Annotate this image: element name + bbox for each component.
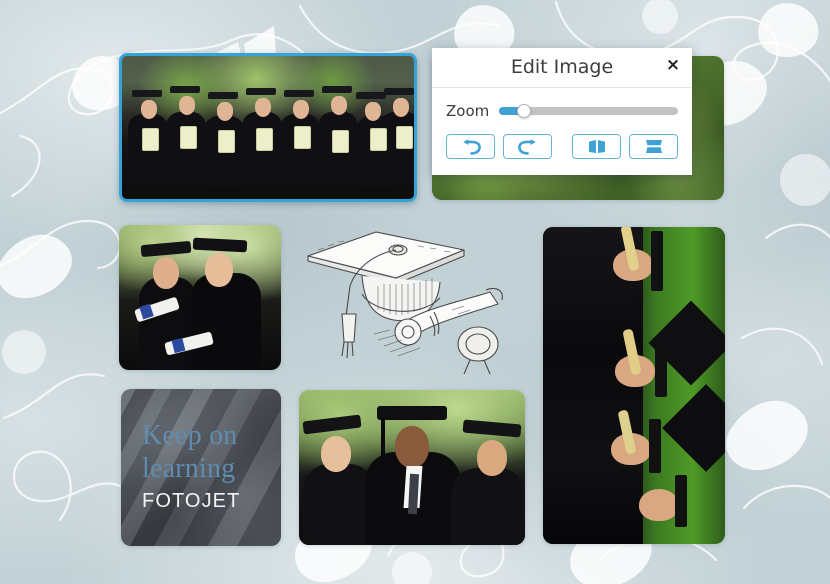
photo-graduates-rotated-image [543,227,725,544]
zoom-slider[interactable] [499,104,678,118]
photo-graduation-row-image [122,56,414,199]
redo-button[interactable] [503,134,552,159]
undo-button[interactable] [446,134,495,159]
close-icon[interactable]: × [663,56,683,76]
photo-two-graduates-image [119,225,281,370]
photo-two-graduates[interactable] [119,225,281,370]
zoom-label: Zoom [446,102,490,120]
photo-graduation-row[interactable] [119,53,417,202]
zoom-slider-handle[interactable] [517,104,532,118]
flip-horizontal-icon [587,139,607,154]
text-tile[interactable]: Keep on learning FOTOJET [121,389,281,546]
redo-icon [517,138,539,155]
photo-graduation-sketch-image [307,231,503,375]
flip-horizontal-button[interactable] [572,134,621,159]
text-tile-brand: FOTOJET [142,490,241,512]
dialog-body: Zoom [432,88,692,175]
dialog-titlebar[interactable]: Edit Image × [432,48,692,88]
collage-canvas[interactable]: Keep on learning FOTOJET Edit Image × Zo… [0,0,830,584]
photo-graduates-rotated[interactable] [543,227,725,544]
photo-three-graduates-image [299,390,525,545]
undo-icon [460,138,482,155]
photo-three-graduates[interactable] [299,390,525,545]
zoom-control-row: Zoom [446,102,678,120]
edit-image-dialog[interactable]: Edit Image × Zoom [432,48,692,175]
photo-graduation-sketch[interactable] [298,224,526,380]
flip-vertical-icon [644,139,664,154]
edit-tool-buttons [446,134,678,159]
text-tile-headline: Keep on learning [142,420,238,485]
dialog-title: Edit Image [510,56,614,78]
flip-vertical-button[interactable] [629,134,678,159]
